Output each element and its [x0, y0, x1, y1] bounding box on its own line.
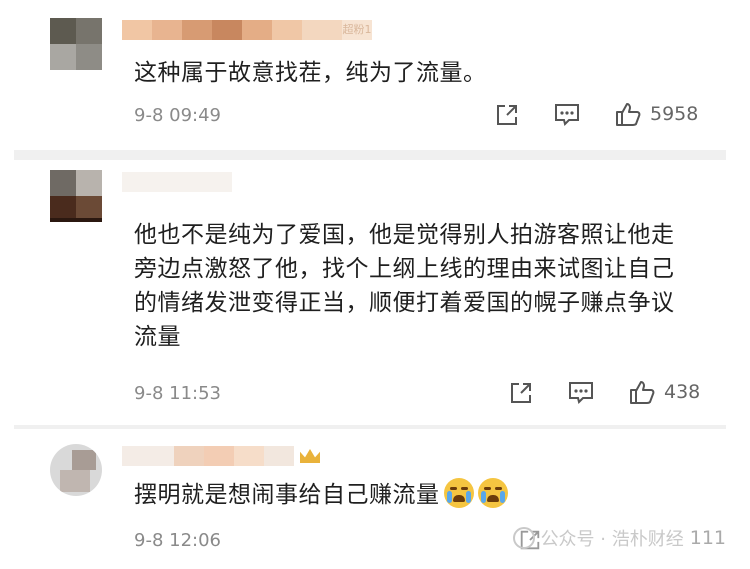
crown-icon — [300, 449, 320, 463]
comment-icon — [569, 382, 593, 404]
avatar[interactable] — [50, 18, 102, 70]
comment-timestamp: 9-8 09:49 — [134, 105, 221, 126]
comment-text-content: 摆明就是想闹事给自己赚流量 — [134, 482, 440, 508]
comment-item: 摆明就是想闹事给自己赚流量 9-8 12:06 公众号 · 浩朴财经 111 — [0, 430, 750, 569]
thumbs-up-icon — [630, 381, 655, 404]
like-count: 5958 — [650, 103, 699, 125]
comment-timestamp: 9-8 12:06 — [134, 530, 221, 551]
avatar[interactable] — [50, 444, 102, 496]
crying-emoji-icon — [443, 478, 474, 508]
crying-emoji-icon — [477, 478, 508, 508]
comment-timestamp: 9-8 11:53 — [134, 383, 221, 404]
wechat-icon — [512, 527, 535, 549]
divider — [14, 425, 726, 429]
user-badge: 超粉1 — [342, 20, 372, 40]
thumbs-up-icon — [616, 103, 641, 126]
username-blurred[interactable] — [122, 446, 332, 466]
comment-text: 摆明就是想闹事给自己赚流量 — [134, 478, 508, 512]
like-button[interactable]: 438 — [628, 378, 700, 406]
share-button[interactable] — [494, 102, 520, 128]
username-blurred[interactable] — [122, 172, 242, 192]
comment-text: 这种属于故意找茬，纯为了流量。 — [134, 60, 487, 86]
like-count: 438 — [664, 381, 701, 403]
share-icon — [511, 383, 531, 403]
watermark: 公众号 · 浩朴财经 111 — [512, 525, 726, 551]
share-icon — [497, 105, 517, 125]
share-button[interactable] — [508, 380, 534, 406]
watermark-text: 公众号 · 浩朴财经 — [540, 529, 684, 550]
username-blurred[interactable]: 超粉1 — [122, 20, 372, 40]
like-count: 111 — [689, 527, 726, 549]
reply-button[interactable] — [567, 380, 595, 406]
reply-button[interactable] — [553, 102, 581, 128]
like-button[interactable]: 5958 — [614, 100, 698, 128]
divider — [14, 150, 726, 160]
comment-item: 他也不是纯为了爱国，他是觉得别人拍游客照让他走旁边点激怒了他，找个上纲上线的理由… — [0, 160, 750, 430]
comment-item: 超粉1 这种属于故意找茬，纯为了流量。 9-8 09:49 5958 — [0, 0, 750, 150]
comment-icon — [555, 104, 579, 126]
avatar[interactable] — [50, 170, 102, 222]
comment-text: 他也不是纯为了爱国，他是觉得别人拍游客照让他走旁边点激怒了他，找个上纲上线的理由… — [134, 222, 675, 350]
